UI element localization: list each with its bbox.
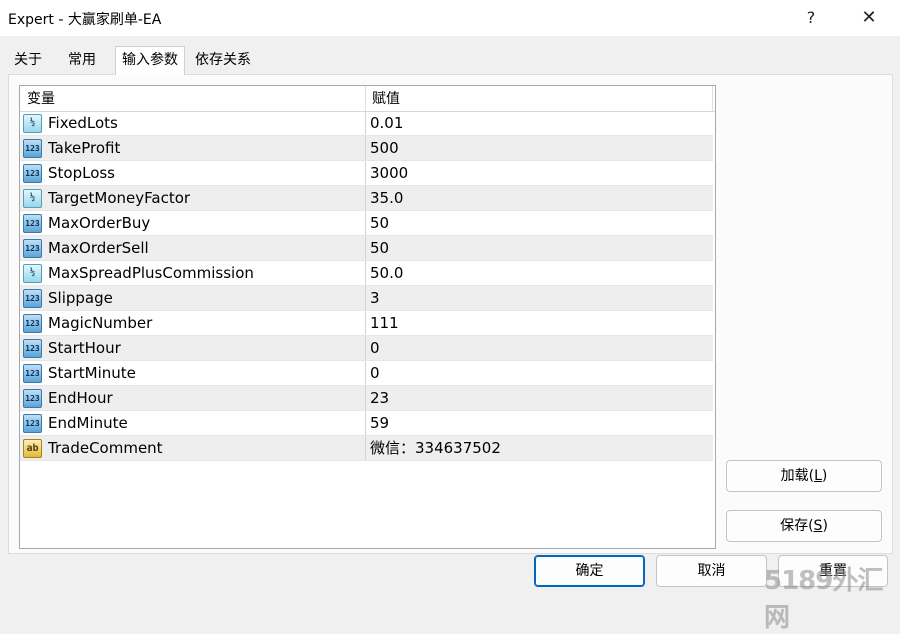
table-row[interactable]: 123 StartHour 0 xyxy=(20,336,713,361)
tab-inputs[interactable]: 输入参数 xyxy=(115,46,185,75)
watermark-logo: 5189外汇网 xyxy=(764,566,883,633)
parameter-name: Slippage xyxy=(48,289,113,307)
load-button-tail: ) xyxy=(821,468,828,484)
cell-divider xyxy=(365,361,366,386)
parameters-grid[interactable]: 变量 赋值 ½ FixedLots 0.01 123 TakeProfit 500 123 S… xyxy=(19,85,716,549)
string-type-icon: ab xyxy=(23,439,42,458)
table-row[interactable]: 123 MaxOrderBuy 50 xyxy=(20,211,713,236)
parameter-name: StartMinute xyxy=(48,364,136,382)
integer-type-icon: 123 xyxy=(23,239,42,258)
cell-divider xyxy=(365,436,366,461)
parameter-value[interactable]: 3 xyxy=(370,286,380,311)
integer-type-icon: 123 xyxy=(23,164,42,183)
cell-divider xyxy=(365,336,366,361)
parameter-value[interactable]: 50.0 xyxy=(370,261,403,286)
cancel-button[interactable]: 取消 xyxy=(656,555,767,587)
integer-type-icon: 123 xyxy=(23,364,42,383)
parameter-name: TakeProfit xyxy=(48,139,121,157)
table-row[interactable]: 123 EndMinute 59 xyxy=(20,411,713,436)
cell-divider xyxy=(365,261,366,286)
integer-type-icon: 123 xyxy=(23,214,42,233)
parameter-name: FixedLots xyxy=(48,114,118,132)
parameter-value[interactable]: 0.01 xyxy=(370,111,403,136)
double-type-icon: ½ xyxy=(23,114,42,133)
table-row[interactable]: 123 EndHour 23 xyxy=(20,386,713,411)
table-row[interactable]: 123 MaxOrderSell 50 xyxy=(20,236,713,261)
parameter-name: EndHour xyxy=(48,389,113,407)
parameter-name: EndMinute xyxy=(48,414,128,432)
table-row[interactable]: ½ FixedLots 0.01 xyxy=(20,111,713,136)
parameter-name: TradeComment xyxy=(48,439,163,457)
table-row[interactable]: 123 Slippage 3 xyxy=(20,286,713,311)
integer-type-icon: 123 xyxy=(23,314,42,333)
load-button[interactable]: 加载(L) xyxy=(726,460,882,492)
parameter-value[interactable]: 50 xyxy=(370,211,389,236)
cell-divider xyxy=(365,411,366,436)
ok-button[interactable]: 确定 xyxy=(534,555,645,587)
cell-divider xyxy=(365,236,366,261)
tab-common[interactable]: 常用 xyxy=(62,48,102,73)
integer-type-icon: 123 xyxy=(23,339,42,358)
integer-type-icon: 123 xyxy=(23,139,42,158)
cell-divider xyxy=(365,311,366,336)
grid-header: 变量 赋值 xyxy=(20,86,715,112)
help-button[interactable]: ? xyxy=(788,0,834,36)
integer-type-icon: 123 xyxy=(23,414,42,433)
parameter-value[interactable]: 50 xyxy=(370,236,389,261)
close-button[interactable]: ✕ xyxy=(846,0,892,36)
parameter-value[interactable]: 111 xyxy=(370,311,399,336)
save-button-tail: ) xyxy=(822,518,828,534)
cell-divider xyxy=(365,186,366,211)
column-divider[interactable] xyxy=(365,86,366,111)
tab-dependencies[interactable]: 依存关系 xyxy=(189,48,257,73)
parameter-value[interactable]: 3000 xyxy=(370,161,408,186)
row-divider xyxy=(20,460,713,461)
parameter-value[interactable]: 0 xyxy=(370,336,380,361)
cell-divider xyxy=(365,286,366,311)
parameter-value[interactable]: 微信：334637502 xyxy=(370,436,501,461)
save-button-label: 保存( xyxy=(780,518,814,534)
integer-type-icon: 123 xyxy=(23,289,42,308)
table-row[interactable]: 123 StartMinute 0 xyxy=(20,361,713,386)
parameter-name: StartHour xyxy=(48,339,121,357)
cell-divider xyxy=(365,161,366,186)
tab-about[interactable]: 关于 xyxy=(8,48,48,73)
parameter-value[interactable]: 23 xyxy=(370,386,389,411)
parameter-name: TargetMoneyFactor xyxy=(48,189,191,207)
table-row[interactable]: 123 TakeProfit 500 xyxy=(20,136,713,161)
column-header-value[interactable]: 赋值 xyxy=(372,86,400,111)
load-button-label: 加载( xyxy=(780,468,815,484)
cell-divider xyxy=(365,136,366,161)
parameter-name: MaxOrderSell xyxy=(48,239,149,257)
parameter-value[interactable]: 0 xyxy=(370,361,380,386)
parameter-value[interactable]: 500 xyxy=(370,136,399,161)
parameter-name: MagicNumber xyxy=(48,314,153,332)
table-row[interactable]: ab TradeComment 微信：334637502 xyxy=(20,436,713,461)
cell-divider xyxy=(365,386,366,411)
save-button[interactable]: 保存(S) xyxy=(726,510,882,542)
title-bar: Expert - 大赢家刷单-EA ? ✕ xyxy=(0,0,900,36)
column-divider[interactable] xyxy=(712,86,713,111)
parameter-value[interactable]: 35.0 xyxy=(370,186,403,211)
table-row[interactable]: ½ TargetMoneyFactor 35.0 xyxy=(20,186,713,211)
load-accel-key: L xyxy=(814,468,822,484)
parameter-name: StopLoss xyxy=(48,164,116,182)
double-type-icon: ½ xyxy=(23,189,42,208)
cell-divider xyxy=(365,211,366,236)
double-type-icon: ½ xyxy=(23,264,42,283)
column-header-variable[interactable]: 变量 xyxy=(27,86,55,111)
parameter-name: MaxOrderBuy xyxy=(48,214,151,232)
table-row[interactable]: 123 StopLoss 3000 xyxy=(20,161,713,186)
parameter-value[interactable]: 59 xyxy=(370,411,389,436)
table-row[interactable]: ½ MaxSpreadPlusCommission 50.0 xyxy=(20,261,713,286)
table-row[interactable]: 123 MagicNumber 111 xyxy=(20,311,713,336)
integer-type-icon: 123 xyxy=(23,389,42,408)
window-title: Expert - 大赢家刷单-EA xyxy=(8,12,162,28)
parameter-name: MaxSpreadPlusCommission xyxy=(48,264,254,282)
cell-divider xyxy=(365,111,366,136)
